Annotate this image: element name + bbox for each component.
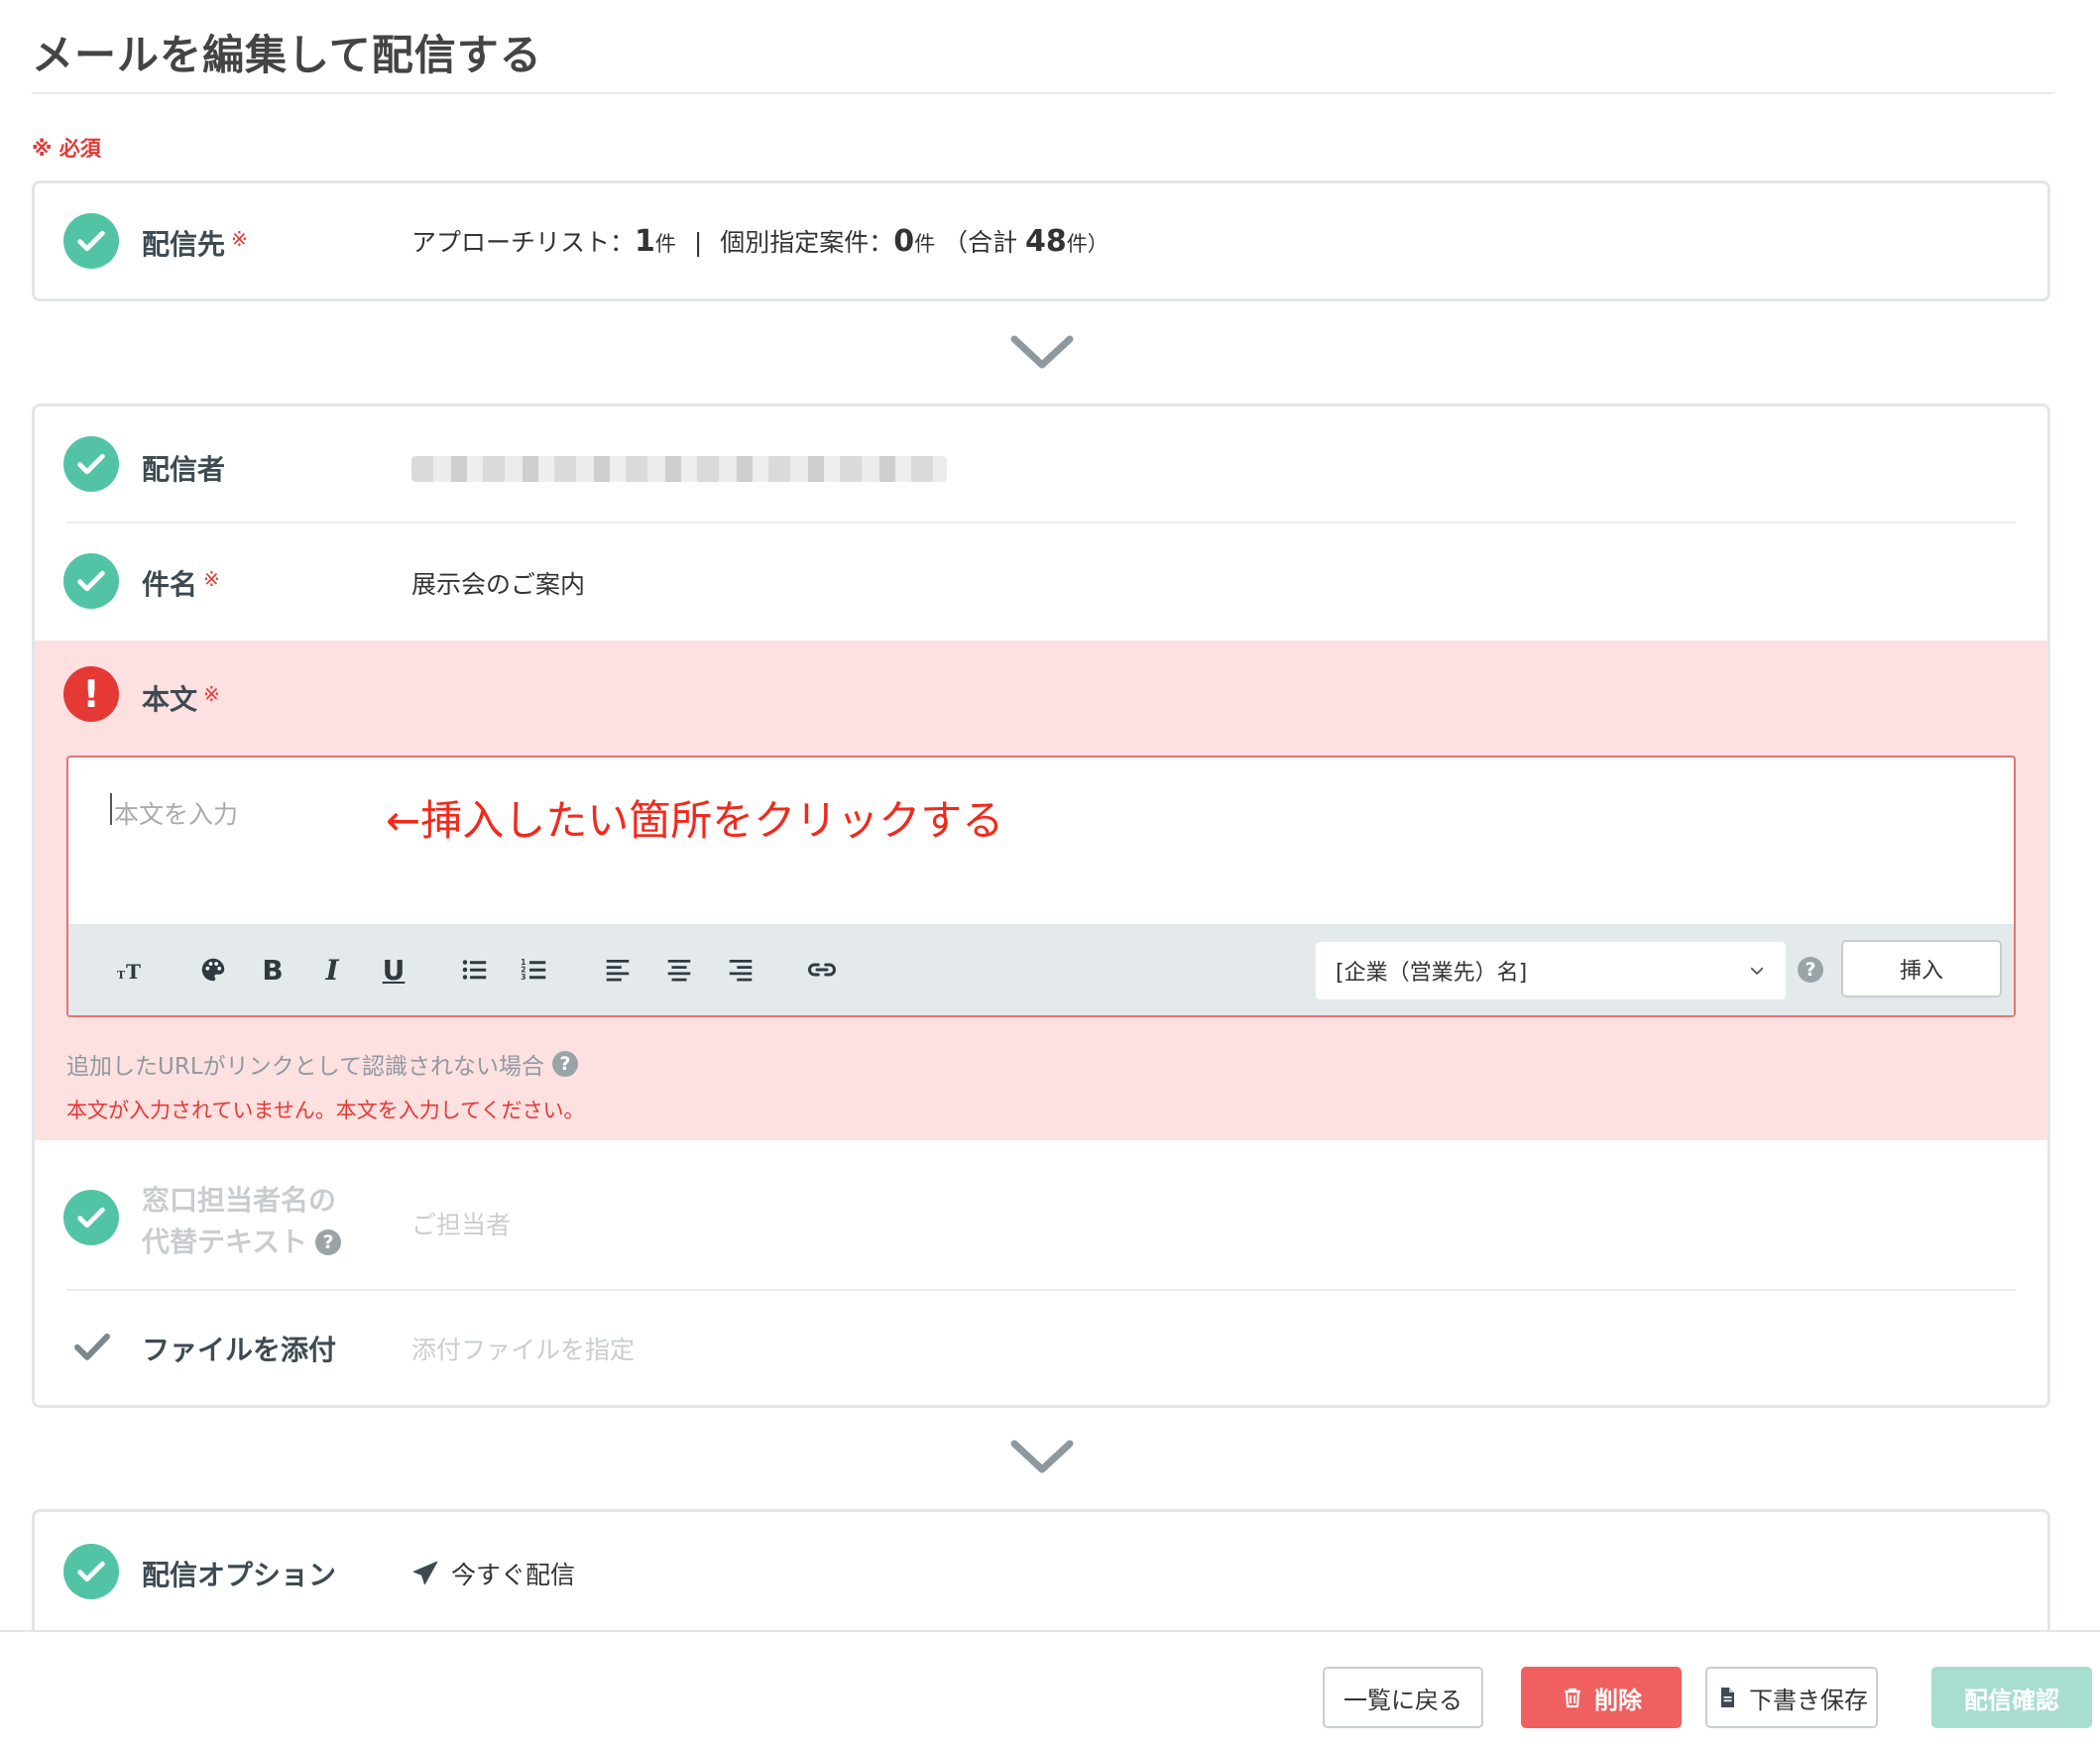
subject-label: 件名 ※ bbox=[142, 567, 220, 601]
attachment-row[interactable]: ファイルを添付 添付ファイルを指定 bbox=[35, 1291, 2047, 1405]
recipients-summary: アプローチリスト：1件 | 個別指定案件：0件 （合計 48件） bbox=[411, 224, 1108, 259]
insert-button[interactable]: 挿入 bbox=[1841, 940, 2002, 997]
check-circle-icon bbox=[63, 1544, 119, 1599]
contact-alt-label: 窓口担当者名の 代替テキスト? bbox=[142, 1180, 342, 1263]
text-caret bbox=[110, 793, 112, 825]
footer-divider bbox=[0, 1630, 2100, 1632]
help-icon[interactable]: ? bbox=[315, 1229, 342, 1255]
numbered-list-icon[interactable]: 123 bbox=[515, 950, 554, 990]
align-right-icon[interactable] bbox=[721, 950, 760, 990]
palette-icon[interactable] bbox=[193, 950, 233, 990]
save-draft-button[interactable]: 下書き保存 bbox=[1705, 1667, 1878, 1728]
attachment-value[interactable]: 添付ファイルを指定 bbox=[411, 1331, 635, 1366]
subject-row[interactable]: 件名 ※ 展示会のご案内 bbox=[35, 524, 2047, 641]
check-circle-icon bbox=[63, 436, 119, 492]
chevron-down-icon bbox=[1750, 967, 1764, 975]
required-mark: ※ bbox=[203, 682, 220, 706]
recipients-card[interactable]: 配信先 ※ アプローチリスト：1件 | 個別指定案件：0件 （合計 48件） bbox=[32, 180, 2050, 301]
contact-alt-row[interactable]: 窓口担当者名の 代替テキスト? ご担当者 bbox=[35, 1142, 2047, 1297]
recipients-row[interactable]: 配信先 ※ アプローチリスト：1件 | 個別指定案件：0件 （合計 48件） bbox=[35, 183, 2047, 298]
options-row[interactable]: 配信オプション 今すぐ配信 bbox=[35, 1512, 2047, 1630]
required-mark: ※ bbox=[231, 227, 248, 251]
body-editor[interactable]: 本文を入力 ←挿入したい箇所をクリックする TT B I U 1 2 3 [企業… bbox=[66, 756, 2016, 1017]
chevron-down-icon bbox=[1010, 1440, 1074, 1473]
check-circle-icon bbox=[63, 213, 119, 269]
document-icon bbox=[1721, 1688, 1734, 1707]
options-value: 今すぐ配信 bbox=[411, 1556, 575, 1591]
check-circle-icon bbox=[63, 553, 119, 609]
confirm-send-button[interactable]: 配信確認 bbox=[1931, 1667, 2092, 1728]
italic-icon[interactable]: I bbox=[312, 950, 352, 990]
svg-text:T: T bbox=[117, 969, 126, 982]
paper-plane-icon bbox=[412, 1561, 438, 1585]
required-note: ※ 必須 bbox=[32, 137, 101, 161]
individual-count: 0 bbox=[893, 224, 915, 259]
sender-label: 配信者 bbox=[142, 453, 226, 486]
options-card[interactable]: 配信オプション 今すぐ配信 bbox=[32, 1509, 2050, 1630]
delete-button[interactable]: 削除 bbox=[1521, 1667, 1682, 1728]
sender-row[interactable]: 配信者 bbox=[35, 407, 2047, 524]
merge-field-selected: [企業（営業先）名] bbox=[1336, 961, 1528, 986]
help-icon[interactable]: ? bbox=[1798, 957, 1823, 983]
help-icon[interactable]: ? bbox=[551, 1051, 578, 1077]
checkmark-icon bbox=[74, 1334, 110, 1360]
link-icon[interactable] bbox=[802, 950, 842, 990]
merge-field-select[interactable]: [企業（営業先）名] bbox=[1316, 942, 1786, 999]
body-error-message: 本文が入力されていません。本文を入力してください。 bbox=[66, 1099, 585, 1122]
trash-icon bbox=[1565, 1688, 1580, 1708]
underline-icon[interactable]: U bbox=[374, 950, 413, 990]
contact-alt-value: ご担当者 bbox=[411, 1211, 512, 1239]
body-label: 本文 ※ bbox=[142, 682, 220, 716]
recipients-label: 配信先 ※ bbox=[142, 227, 248, 261]
body-section-error: ! 本文 ※ 本文を入力 ←挿入したい箇所をクリックする TT B I U 1 … bbox=[35, 641, 2047, 1140]
message-card: 配信者 件名 ※ 展示会のご案内 ! 本文 ※ 本文を入力 ←挿入したい箇所をクリッ… bbox=[32, 404, 2050, 1408]
back-to-list-button[interactable]: 一覧に戻る bbox=[1323, 1667, 1483, 1728]
svg-text:T: T bbox=[126, 960, 141, 984]
attachment-label: ファイルを添付 bbox=[142, 1334, 337, 1366]
title-divider bbox=[32, 92, 2054, 94]
bullet-list-icon[interactable] bbox=[455, 950, 495, 990]
align-left-icon[interactable] bbox=[598, 950, 638, 990]
annotation-text: ←挿入したい箇所をクリックする bbox=[386, 796, 1004, 845]
check-circle-icon bbox=[63, 1190, 119, 1245]
text-size-icon[interactable]: TT bbox=[110, 950, 150, 990]
url-note[interactable]: 追加したURLがリンクとして認識されない場合 ? bbox=[66, 1047, 578, 1081]
options-label: 配信オプション bbox=[142, 1559, 337, 1591]
chevron-down-icon bbox=[1010, 335, 1074, 369]
align-center-icon[interactable] bbox=[659, 950, 699, 990]
list-count: 1 bbox=[635, 224, 655, 259]
editor-toolbar: TT B I U 123 [企業（営業先）名] ? 挿入 bbox=[68, 924, 2014, 1015]
page-title: メールを編集して配信する bbox=[32, 31, 542, 79]
bold-icon[interactable]: B bbox=[253, 950, 292, 990]
sender-value-redacted bbox=[411, 456, 947, 482]
page: メールを編集して配信する ※ 必須 配信先 ※ アプローチリスト：1件 | 個別指… bbox=[0, 0, 2100, 1751]
body-placeholder: 本文を入力 bbox=[114, 800, 239, 829]
total-count: 48 bbox=[1025, 224, 1067, 259]
subject-value: 展示会のご案内 bbox=[411, 570, 586, 599]
svg-text:3: 3 bbox=[521, 973, 525, 982]
required-mark: ※ bbox=[203, 567, 220, 591]
error-icon: ! bbox=[63, 666, 119, 722]
